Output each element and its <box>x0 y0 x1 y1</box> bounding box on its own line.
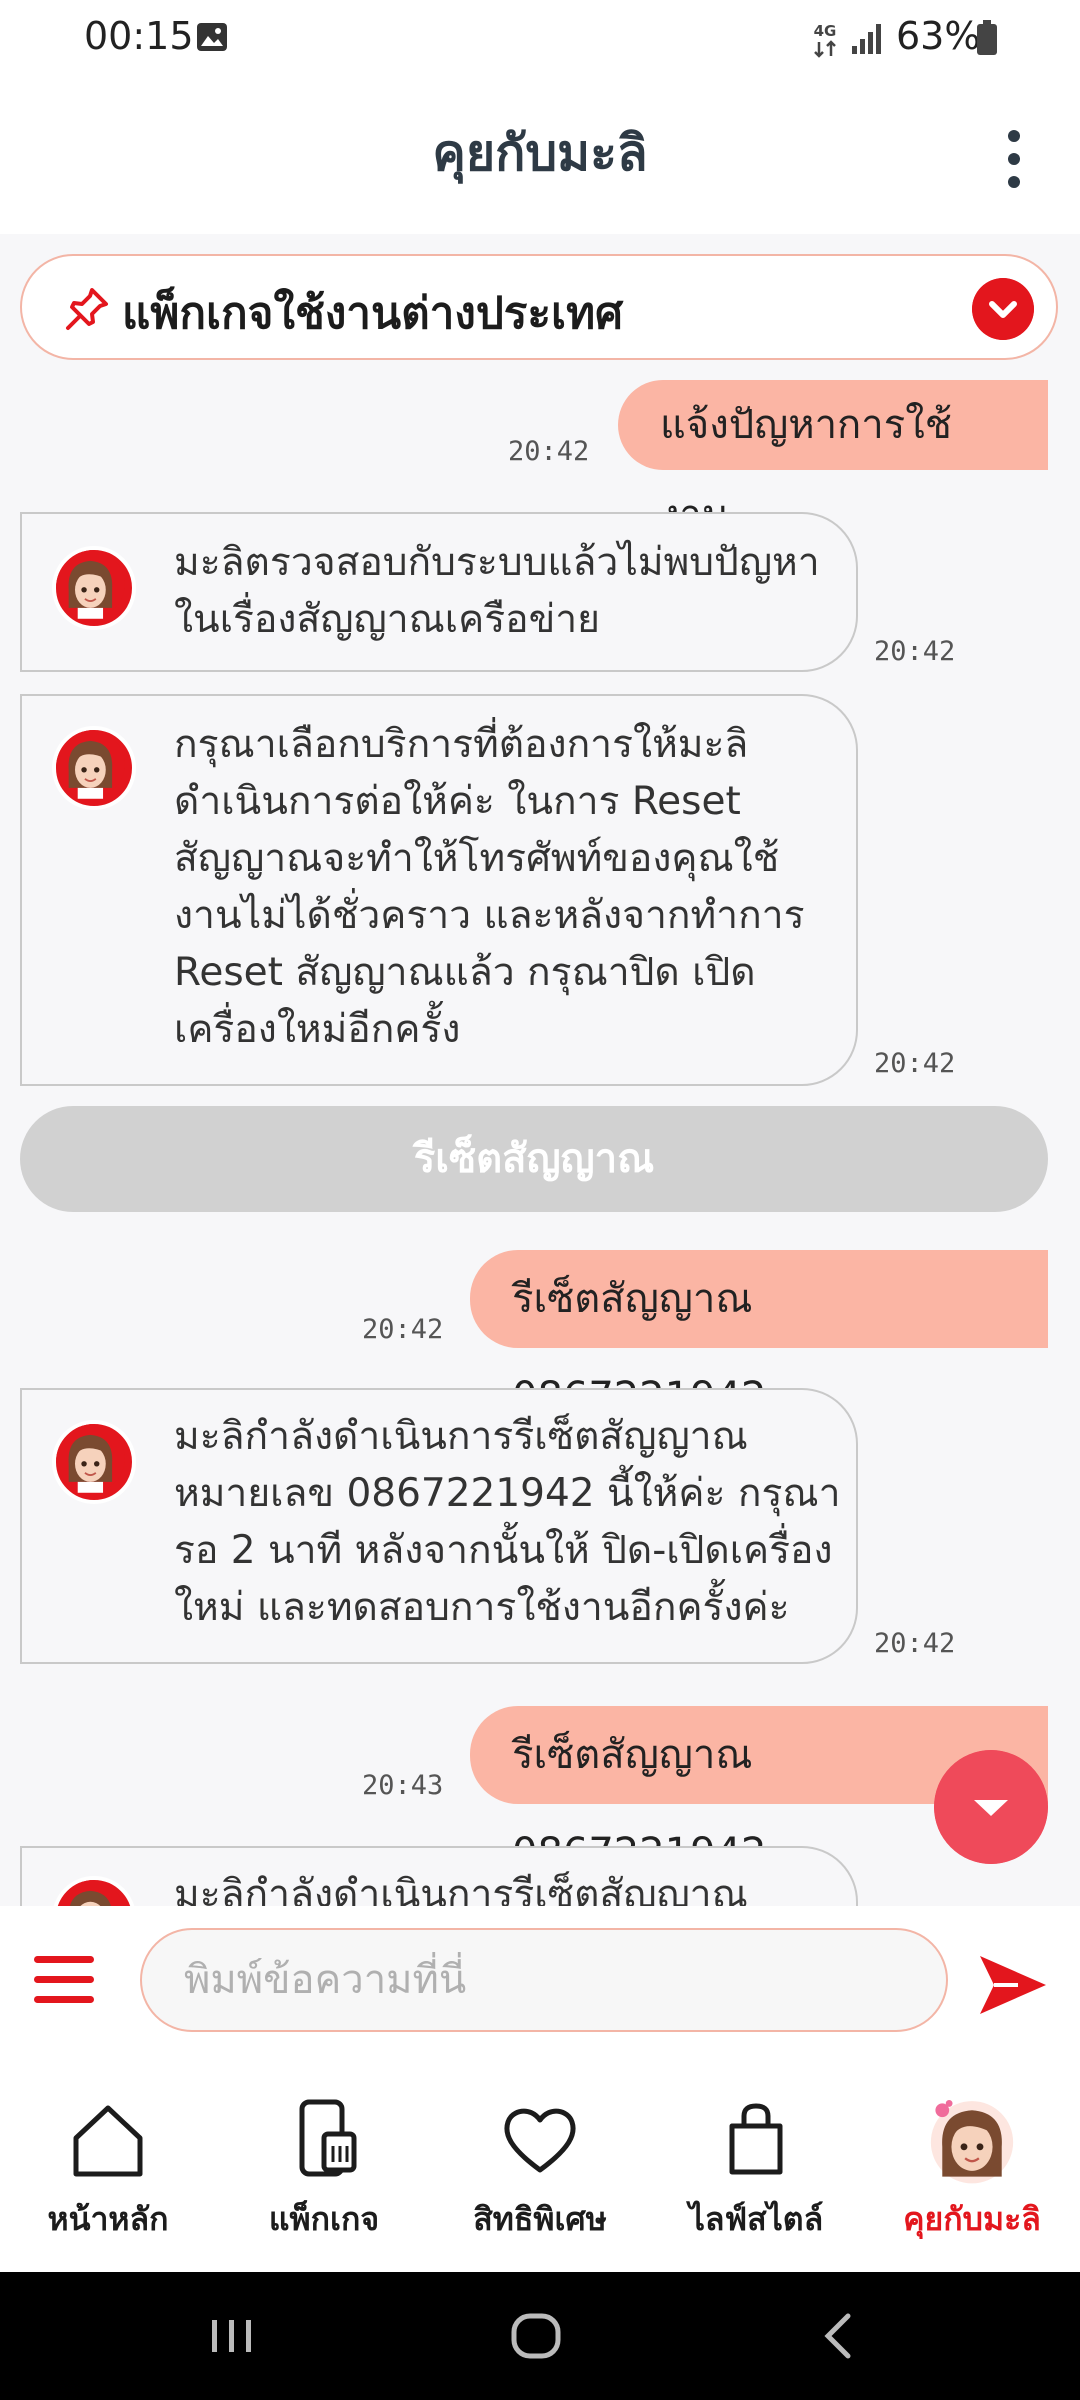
kebab-menu-icon[interactable] <box>996 126 1032 192</box>
incoming-message: มะลิตรวจสอบกับระบบแล้วไม่พบปัญหา ในเรื่อ… <box>20 512 858 672</box>
page-title: คุยกับมะลิ <box>432 124 648 182</box>
message-composer <box>0 1906 1080 2052</box>
message-time: 20:42 <box>508 436 590 467</box>
home-button-icon[interactable] <box>506 2306 566 2366</box>
mali-avatar-icon <box>57 1880 124 1906</box>
sim-phone-icon <box>299 2099 357 2177</box>
tab-privileges[interactable]: สิทธิพิเศษ <box>432 2052 648 2272</box>
recent-apps-icon[interactable] <box>202 2306 262 2366</box>
tab-lifestyle[interactable]: ไลฟ์สไตล์ <box>648 2052 864 2272</box>
message-text: กรุณาเลือกบริการที่ต้องการให้มะลิ ดำเนิน… <box>174 722 805 1052</box>
tab-label: ไลฟ์สไตล์ <box>688 2200 824 2238</box>
tab-home[interactable]: หน้าหลัก <box>0 2052 216 2272</box>
outgoing-message: รีเซ็ตสัญญาณ 0867221942 <box>470 1250 1048 1420</box>
mali-avatar-icon <box>56 730 125 799</box>
chevron-down-icon[interactable] <box>972 278 1034 340</box>
outgoing-message: แจ้งปัญหาการใช้งาน <box>618 380 1048 538</box>
network-icon: 4G <box>814 22 837 58</box>
incoming-message: กรุณาเลือกบริการที่ต้องการให้มะลิ ดำเนิน… <box>20 694 858 1086</box>
message-text: มะลิกำลังดำเนินการรีเซ็ตสัญญาณ หมายเลข 0… <box>174 1414 841 1630</box>
status-bar: 00:15 4G 63% <box>0 0 1080 78</box>
image-icon <box>197 23 227 51</box>
incoming-message: มะลิกำลังดำเนินการรีเซ็ตสัญญาณ หมายเลข 0… <box>20 1388 858 1664</box>
hamburger-menu-icon[interactable] <box>32 1950 96 2010</box>
tab-package[interactable]: แพ็กเกจ <box>216 2052 432 2272</box>
send-icon[interactable] <box>978 1952 1048 2018</box>
home-icon <box>73 2105 143 2177</box>
tab-label: คุยกับมะลิ <box>903 2200 1041 2238</box>
status-time: 00:15 <box>84 14 194 58</box>
mali-avatar <box>52 726 136 810</box>
message-time: 20:43 <box>362 1770 444 1801</box>
mali-avatar <box>52 1420 136 1504</box>
message-text: มะลิตรวจสอบกับระบบแล้วไม่พบปัญหา ในเรื่อ… <box>174 540 820 642</box>
mali-avatar <box>52 546 136 630</box>
chat-messages[interactable]: แจ้งปัญหาการใช้งาน 20:42 มะลิตรวจสอบกับร… <box>0 374 1080 1906</box>
incoming-message: มะลิกำลังดำเนินการรีเซ็ตสัญญาณ <box>20 1846 858 1906</box>
message-time: 20:42 <box>362 1314 444 1345</box>
bottom-tab-bar: หน้าหลัก แพ็กเกจ สิทธิพิเศษ ไลฟ์สไตล์ คุ… <box>0 2052 1080 2272</box>
mali-avatar <box>52 1876 136 1906</box>
system-navigation-bar <box>0 2272 1080 2400</box>
back-icon[interactable] <box>810 2306 870 2366</box>
signal-icon <box>852 24 881 54</box>
message-time: 20:42 <box>874 1048 956 1079</box>
heart-icon <box>504 2108 576 2173</box>
scroll-down-button[interactable] <box>934 1750 1048 1864</box>
svg-text:4G: 4G <box>814 22 837 40</box>
message-time: 20:42 <box>874 636 956 667</box>
pinned-topic-button[interactable]: แพ็กเกจใช้งานต่างประเทศ <box>20 254 1058 360</box>
reset-signal-button[interactable]: รีเซ็ตสัญญาณ <box>20 1106 1048 1212</box>
mali-avatar-icon <box>930 2100 1014 2184</box>
pinned-topic-label: แพ็กเกจใช้งานต่างประเทศ <box>122 288 624 339</box>
message-text: มะลิกำลังดำเนินการรีเซ็ตสัญญาณ <box>174 1872 748 1906</box>
battery-icon <box>977 20 997 55</box>
tab-chat-mali[interactable]: คุยกับมะลิ <box>864 2052 1080 2272</box>
mali-avatar-icon <box>56 1424 125 1493</box>
tab-label: สิทธิพิเศษ <box>473 2200 607 2238</box>
tab-label: หน้าหลัก <box>47 2200 169 2238</box>
message-input[interactable] <box>140 1928 948 2032</box>
tab-label: แพ็กเกจ <box>268 2200 380 2238</box>
mali-avatar-icon <box>56 550 125 619</box>
shopping-bag-icon <box>729 2103 783 2175</box>
pin-icon <box>66 288 108 330</box>
app-header: คุยกับมะลิ <box>0 78 1080 234</box>
battery-percent: 63% <box>896 14 981 58</box>
message-time: 20:42 <box>874 1628 956 1659</box>
